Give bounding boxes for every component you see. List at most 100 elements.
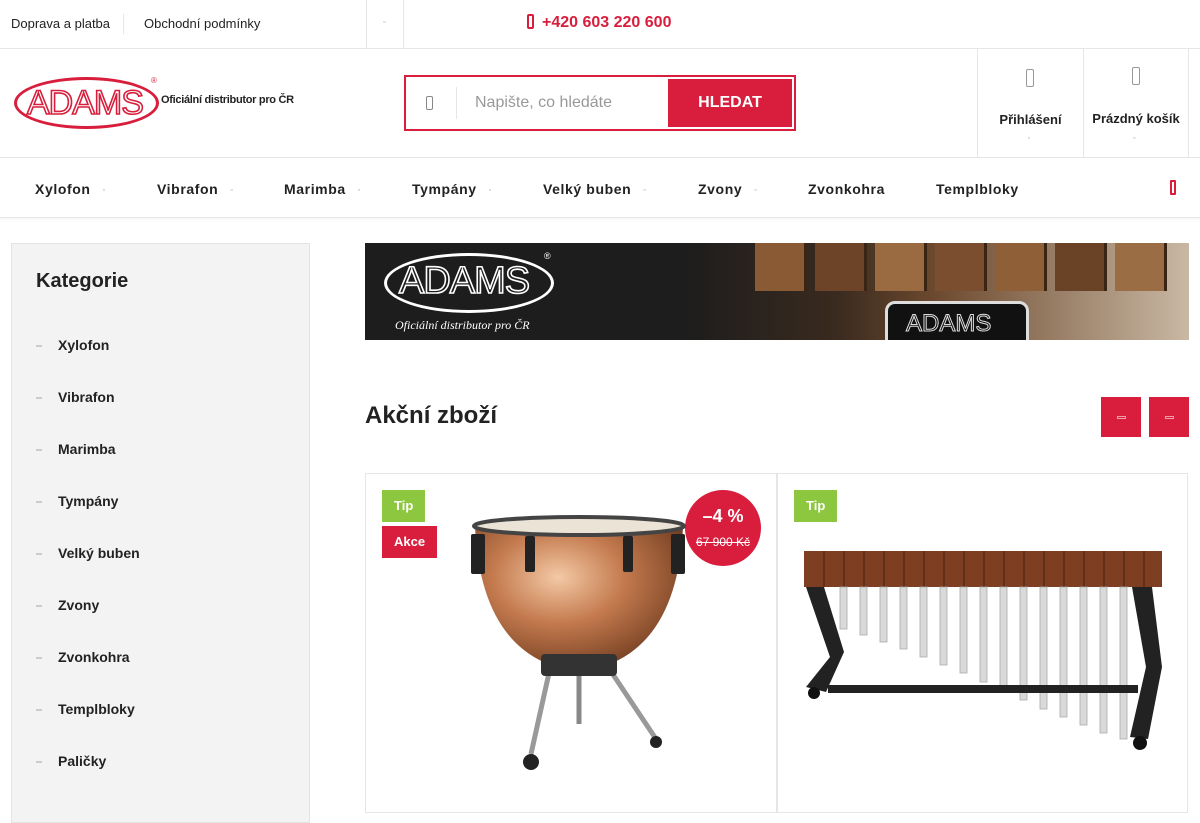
bullet-icon bbox=[36, 501, 42, 503]
sidebar-item-label: Zvony bbox=[58, 597, 100, 613]
login-label: Přihlášení bbox=[999, 112, 1062, 127]
chevron-down-icon: ▫ bbox=[230, 187, 234, 194]
arrow-left-icon bbox=[1117, 416, 1126, 419]
tip-flag: Tip bbox=[794, 490, 838, 522]
nav-item-label: Zvonkohra bbox=[808, 181, 885, 197]
sidebar-item-zvonkohra[interactable]: Zvonkohra bbox=[36, 649, 130, 665]
bullet-icon bbox=[36, 553, 42, 555]
sidebar-item-vibrafon[interactable]: Vibrafon bbox=[36, 389, 115, 405]
sidebar-item-palicky[interactable]: Paličky bbox=[36, 753, 106, 769]
carousel-prev-button[interactable] bbox=[1101, 397, 1141, 437]
sidebar-item-label: Paličky bbox=[58, 753, 107, 769]
chevron-down-icon: ▫ bbox=[1133, 135, 1136, 142]
search-icon-container bbox=[406, 87, 457, 119]
user-icon bbox=[1026, 69, 1034, 87]
phone-contact[interactable]: +420 603 220 600 bbox=[527, 14, 671, 32]
banner-logo-mark: ADAMS bbox=[398, 259, 531, 303]
registered-mark: ® bbox=[544, 251, 551, 261]
bullet-icon bbox=[36, 709, 42, 711]
search-button[interactable]: HLEDAT bbox=[668, 79, 792, 127]
sidebar-item-templbloky[interactable]: Templbloky bbox=[36, 701, 135, 717]
sidebar-item-label: Marimba bbox=[58, 441, 116, 457]
nav-item-tympany[interactable]: Tympány ▫ bbox=[412, 158, 492, 218]
marimba-bar bbox=[815, 243, 867, 291]
sidebar-item-label: Templbloky bbox=[58, 701, 135, 717]
sidebar-item-velky-buben[interactable]: Velký buben bbox=[36, 545, 140, 561]
timpani-drum-image[interactable] bbox=[471, 514, 686, 776]
sidebar-item-label: Velký buben bbox=[58, 545, 140, 561]
login-button[interactable]: Přihlášení ▫ bbox=[977, 49, 1083, 157]
marimba-bar bbox=[935, 243, 987, 291]
search-input[interactable] bbox=[458, 83, 666, 123]
product-card[interactable]: Tip bbox=[777, 473, 1188, 813]
cart-label: Prázdný košík bbox=[1092, 111, 1180, 126]
bullet-icon bbox=[36, 761, 42, 763]
carousel-next-button[interactable] bbox=[1149, 397, 1189, 437]
nav-item-velky-buben[interactable]: Velký buben ▫ bbox=[543, 158, 646, 218]
discount-percent: –4 % bbox=[702, 506, 744, 526]
sidebar-item-marimba[interactable]: Marimba bbox=[36, 441, 116, 457]
main-navigation: Xylofon ▫ Vibrafon ▫ Marimba ▫ Tympány ▫ Vel… bbox=[0, 158, 1200, 218]
sidebar-item-label: Zvonkohra bbox=[58, 649, 130, 665]
nav-item-vibrafon[interactable]: Vibrafon ▫ bbox=[157, 158, 233, 218]
chevron-down-icon: ▫ bbox=[383, 19, 386, 26]
registered-mark: ® bbox=[151, 76, 157, 85]
marimba-bar bbox=[1055, 243, 1107, 291]
top-bar: Doprava a platba Obchodní podmínky ▫ +42… bbox=[0, 0, 1200, 49]
header: ADAMS ® Oficiální distributor pro ČR HLE… bbox=[0, 49, 1200, 158]
cart-button[interactable]: Prázdný košík ▫ bbox=[1083, 49, 1189, 157]
nav-item-label: Marimba bbox=[284, 181, 346, 197]
marimba-image[interactable] bbox=[800, 547, 1166, 757]
logo-mark: ADAMS bbox=[26, 83, 145, 123]
product-card[interactable]: Tip Akce –4 % 67 900 Kč bbox=[365, 473, 777, 813]
nav-item-templbloky[interactable]: Templbloky bbox=[936, 158, 1019, 218]
site-logo[interactable]: ADAMS ® Oficiální distributor pro ČR bbox=[14, 76, 314, 132]
nav-item-zvony[interactable]: Zvony ▫ bbox=[698, 158, 757, 218]
nav-item-label: Zvony bbox=[698, 181, 743, 197]
chevron-down-icon: ▫ bbox=[643, 187, 647, 194]
bullet-icon bbox=[36, 345, 42, 347]
phone-icon bbox=[527, 14, 534, 29]
sale-flag: Akce bbox=[382, 526, 438, 558]
nav-item-marimba[interactable]: Marimba ▫ bbox=[284, 158, 361, 218]
category-sidebar: Kategorie Xylofon Vibrafon Marimba Tympá… bbox=[11, 243, 310, 823]
sidebar-item-xylofon[interactable]: Xylofon bbox=[36, 337, 109, 353]
nav-item-label: Xylofon bbox=[35, 181, 91, 197]
search-icon bbox=[426, 96, 433, 110]
marimba-bar bbox=[755, 243, 807, 291]
old-price: 67 900 Kč bbox=[695, 535, 751, 549]
chevron-down-icon: ▫ bbox=[102, 187, 106, 194]
chevron-down-icon: ▫ bbox=[357, 187, 361, 194]
nav-item-label: Velký buben bbox=[543, 181, 632, 197]
arrow-right-icon bbox=[1165, 416, 1174, 419]
phone-number: +420 603 220 600 bbox=[542, 14, 672, 31]
banner-name-plate: ADAMS bbox=[885, 301, 1029, 340]
logo-tagline: Oficiální distributor pro ČR bbox=[161, 94, 294, 106]
search-toggle-icon[interactable] bbox=[1170, 180, 1176, 195]
section-title: Akční zboží bbox=[365, 402, 498, 429]
marimba-bar bbox=[995, 243, 1047, 291]
sidebar-item-label: Vibrafon bbox=[58, 389, 115, 405]
divider bbox=[123, 14, 124, 34]
nav-item-zvonkohra[interactable]: Zvonkohra bbox=[808, 158, 885, 218]
nav-item-label: Vibrafon bbox=[157, 181, 219, 197]
bullet-icon bbox=[36, 449, 42, 451]
chevron-down-icon: ▫ bbox=[754, 187, 758, 194]
nav-item-xylofon[interactable]: Xylofon ▫ bbox=[35, 158, 106, 218]
sidebar-title: Kategorie bbox=[36, 270, 129, 292]
shipping-payment-link[interactable]: Doprava a platba bbox=[11, 0, 110, 48]
banner-tagline: Oficiální distributor pro ČR bbox=[395, 318, 530, 332]
terms-link[interactable]: Obchodní podmínky bbox=[144, 0, 260, 48]
sidebar-item-zvony[interactable]: Zvony bbox=[36, 597, 99, 613]
sidebar-item-label: Tympány bbox=[58, 493, 119, 509]
chevron-down-icon: ▫ bbox=[1027, 135, 1030, 142]
sidebar-item-tympany[interactable]: Tympány bbox=[36, 493, 118, 509]
promo-banner[interactable]: ADAMS ADAMS ® Oficiální distributor pro … bbox=[365, 243, 1189, 340]
search-form: HLEDAT bbox=[404, 75, 796, 131]
sidebar-item-label: Xylofon bbox=[58, 337, 110, 353]
tip-flag: Tip bbox=[382, 490, 426, 522]
bullet-icon bbox=[36, 397, 42, 399]
chevron-down-icon: ▫ bbox=[488, 187, 492, 194]
marimba-bar bbox=[1115, 243, 1167, 291]
more-links-button[interactable]: ▫ bbox=[366, 0, 404, 48]
